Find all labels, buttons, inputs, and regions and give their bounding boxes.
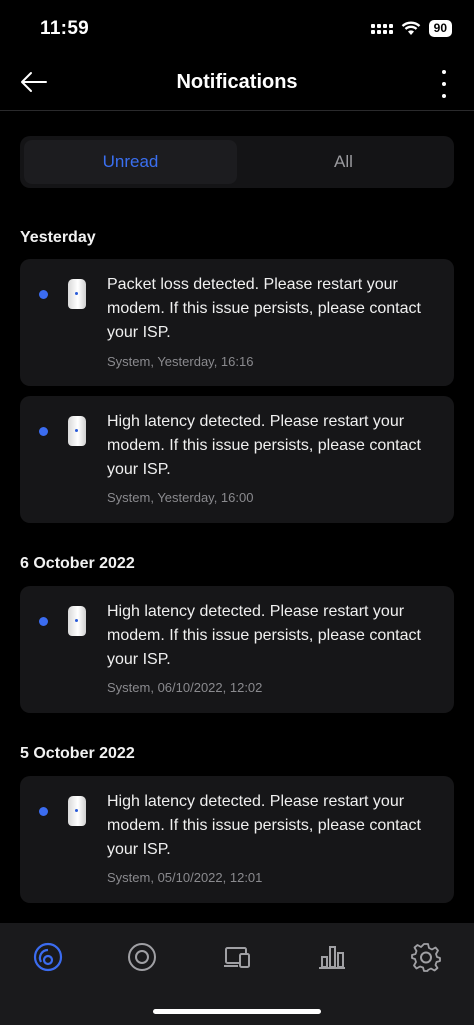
unread-dot xyxy=(39,290,48,299)
notification-message: High latency detected. Please restart yo… xyxy=(107,793,421,858)
unread-dot xyxy=(39,427,48,436)
notification-meta: System, Yesterday, 16:00 xyxy=(107,490,254,505)
section-title-5-october: 5 October 2022 xyxy=(20,745,135,762)
battery-indicator: 90 xyxy=(428,20,452,37)
page-title: Notifications xyxy=(176,71,298,93)
dashboard-icon xyxy=(33,942,63,972)
nav-target[interactable] xyxy=(122,937,162,977)
notification-meta: System, 06/10/2022, 12:02 xyxy=(107,680,263,695)
unread-dot xyxy=(39,617,48,626)
nav-settings[interactable] xyxy=(406,937,446,977)
unread-dot xyxy=(39,807,48,816)
notification-card[interactable]: High latency detected. Please restart yo… xyxy=(20,396,454,523)
nav-dashboard[interactable] xyxy=(28,937,68,977)
notification-meta: System, Yesterday, 16:16 xyxy=(107,354,254,369)
notification-card[interactable]: High latency detected. Please restart yo… xyxy=(20,776,454,903)
nav-stats[interactable] xyxy=(312,937,352,977)
status-bar: 11:59 90 xyxy=(0,0,474,56)
notification-card[interactable]: Packet loss detected. Please restart you… xyxy=(20,259,454,386)
modem-device-icon xyxy=(68,279,86,309)
target-icon xyxy=(128,943,156,971)
cellular-signal-icon xyxy=(370,23,393,34)
tab-bar: Unread All xyxy=(20,136,454,188)
section-title-yesterday: Yesterday xyxy=(20,229,96,246)
notification-card[interactable]: High latency detected. Please restart yo… xyxy=(20,586,454,713)
header: Notifications xyxy=(0,56,474,111)
modem-device-icon xyxy=(68,416,86,446)
home-indicator[interactable] xyxy=(153,1009,321,1014)
notification-meta: System, 05/10/2022, 12:01 xyxy=(107,870,263,885)
nav-devices[interactable] xyxy=(217,937,257,977)
tab-unread[interactable]: Unread xyxy=(24,140,237,184)
notification-message: High latency detected. Please restart yo… xyxy=(107,603,421,668)
modem-device-icon xyxy=(68,606,86,636)
status-icons: 90 xyxy=(370,20,452,37)
gear-icon xyxy=(411,943,441,972)
modem-device-icon xyxy=(68,796,86,826)
more-options-icon[interactable] xyxy=(440,70,448,98)
stats-icon xyxy=(319,946,345,969)
wifi-icon xyxy=(401,21,420,35)
status-time: 11:59 xyxy=(40,18,90,39)
notification-message: Packet loss detected. Please restart you… xyxy=(107,276,421,341)
section-title-6-october: 6 October 2022 xyxy=(20,555,135,572)
devices-icon xyxy=(224,947,250,968)
notification-message: High latency detected. Please restart yo… xyxy=(107,413,421,478)
tab-all[interactable]: All xyxy=(237,140,450,184)
